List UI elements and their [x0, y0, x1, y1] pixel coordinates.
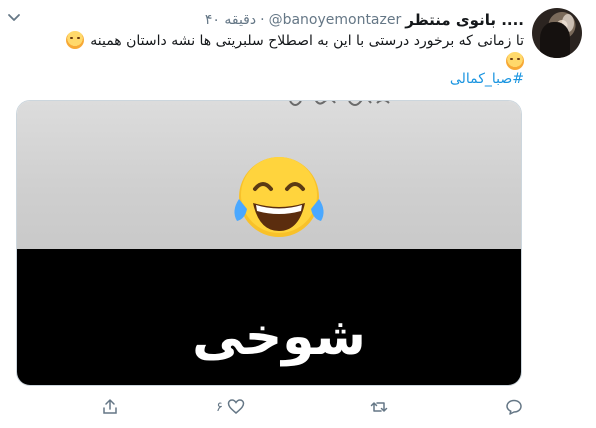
separator-dot: ·	[260, 12, 265, 28]
tweet-text: تا زمانی که برخورد درستی با این به اصطلا…	[24, 31, 524, 73]
timestamp[interactable]: ۴۰ دقیقه	[205, 12, 256, 28]
like-count: ۶	[216, 399, 223, 415]
share-button[interactable]	[101, 396, 119, 418]
handwriting-scribble	[289, 101, 390, 106]
media-light-area	[17, 101, 521, 249]
tweet-header: بانوی منتظر .... @banoyemontazer · ۴۰ دق…	[205, 10, 524, 30]
reply-button[interactable]	[505, 396, 523, 418]
reply-icon	[506, 399, 522, 415]
media-dark-area: شوخی	[17, 249, 521, 385]
hashtag-link[interactable]: #صبا_کمالی	[450, 71, 524, 87]
huffing-face-emoji-icon	[65, 31, 84, 49]
display-name[interactable]: بانوی منتظر ....	[405, 11, 524, 29]
tweet-actions: ۶	[0, 396, 596, 418]
laughing-tears-emoji-icon	[234, 157, 324, 237]
retweet-button[interactable]	[370, 396, 388, 418]
huffing-face-emoji-icon	[506, 52, 524, 70]
share-icon	[103, 399, 117, 414]
retweet-icon	[370, 402, 388, 412]
tweet-media[interactable]: شوخی	[16, 100, 522, 386]
like-button[interactable]: ۶	[216, 396, 245, 418]
tweet-card: بانوی منتظر .... @banoyemontazer · ۴۰ دق…	[0, 0, 596, 428]
user-handle[interactable]: @banoyemontazer	[269, 12, 402, 28]
tweet-body: تا زمانی که برخورد درستی با این به اصطلا…	[90, 33, 524, 49]
heart-icon	[227, 399, 245, 414]
avatar[interactable]	[532, 8, 582, 58]
media-caption: شوخی	[192, 307, 366, 367]
chevron-down-icon[interactable]	[6, 10, 22, 26]
